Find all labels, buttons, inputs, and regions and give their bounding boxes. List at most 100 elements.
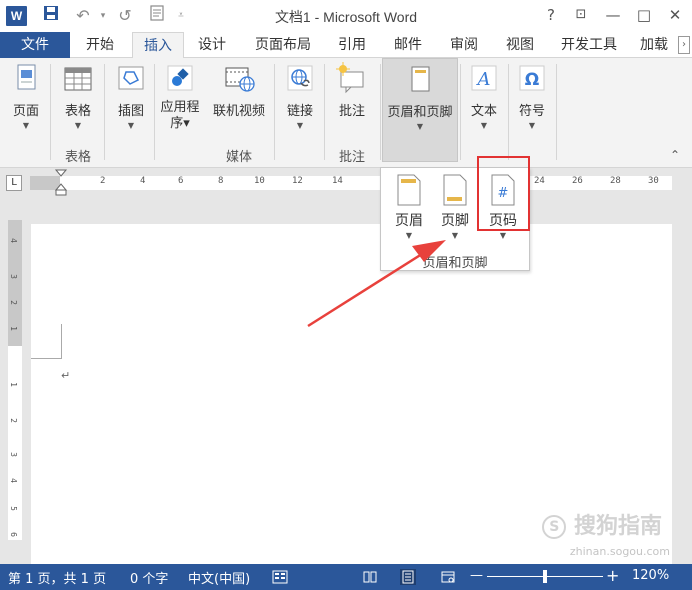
- chevron-down-icon: ▼: [127, 121, 135, 130]
- pages-button[interactable]: 页面 ▼: [6, 62, 46, 130]
- tab-add-ins[interactable]: 加载: [640, 32, 674, 58]
- ribbon-tab-bar: 文件 开始 插入 设计 页面布局 引用 邮件 审阅 视图 开发工具 加载 ›: [0, 32, 692, 59]
- group-label-comments: 批注: [338, 150, 365, 165]
- chevron-down-icon: ▼: [416, 122, 424, 131]
- page-count[interactable]: 第 1 页，共 1 页: [8, 568, 106, 587]
- watermark-url: zhinan.sogou.com: [569, 545, 670, 558]
- tab-selector[interactable]: L: [6, 175, 22, 191]
- header-button[interactable]: 页眉 ▼: [387, 174, 431, 240]
- collapse-ribbon-icon[interactable]: ⌃: [670, 148, 680, 162]
- footer-icon: [443, 174, 467, 206]
- ruler-number: 6: [178, 176, 184, 186]
- chevron-down-icon: ▼: [22, 121, 30, 130]
- tab-design[interactable]: 设计: [192, 32, 232, 58]
- tab-review[interactable]: 审阅: [444, 32, 484, 58]
- zoom-level[interactable]: 120%: [632, 568, 669, 583]
- symbols-label: 符号: [518, 104, 545, 119]
- group-separator: [556, 64, 557, 160]
- links-label: 链接: [286, 104, 313, 119]
- online-video-label: 联机视频: [212, 104, 265, 119]
- tab-insert[interactable]: 插入: [132, 32, 184, 59]
- tab-page-layout[interactable]: 页面布局: [250, 32, 316, 58]
- header-icon: [397, 174, 421, 206]
- ruler-number: 1: [8, 326, 18, 331]
- title-bar: W ↶ ▾ ↺ ⩡ 文档1 - Microsoft Word ? ⊡ — □ ✕: [0, 0, 692, 32]
- tab-mailings[interactable]: 邮件: [388, 32, 428, 58]
- status-bar: 第 1 页，共 1 页 0 个字 中文(中国) — + 120%: [0, 564, 692, 590]
- apps-label: 应用程 序▾: [160, 100, 200, 131]
- zoom-out-button[interactable]: —: [470, 568, 483, 583]
- ruler-number: 12: [292, 176, 303, 186]
- tab-developer[interactable]: 开发工具: [556, 32, 622, 58]
- group-label-tables: 表格: [64, 150, 91, 165]
- tab-file[interactable]: 文件: [0, 32, 70, 58]
- help-button[interactable]: ?: [538, 4, 564, 26]
- ruler-number: 1: [8, 382, 18, 387]
- dropdown-group-label: 页眉和页脚: [422, 256, 488, 271]
- ruler-number: 24: [534, 176, 545, 186]
- ribbon-display-options-button[interactable]: ⊡: [568, 4, 594, 26]
- group-separator: [50, 64, 51, 160]
- apps-icon: [167, 65, 193, 91]
- minimize-button[interactable]: —: [600, 4, 626, 26]
- group-separator: [274, 64, 275, 160]
- ruler-number: 3: [8, 452, 18, 457]
- maximize-button[interactable]: □: [631, 4, 657, 26]
- language-indicator[interactable]: 中文(中国): [188, 568, 250, 587]
- print-layout-icon[interactable]: [400, 569, 416, 585]
- ruler-number: 10: [254, 176, 265, 186]
- illustrations-button[interactable]: 插图 ▼: [111, 62, 151, 130]
- ribbon-insert: 页面 ▼ 表格 ▼ 表格 插图 ▼ 应用程 序▾ 联机视频 媒体 链接 ▼ 批注 …: [0, 58, 692, 168]
- horizontal-ruler[interactable]: 2 4 6 8 10 12 14 24 26 28 30: [30, 176, 672, 190]
- ruler-number: 2: [8, 418, 18, 423]
- header-label: 页眉: [395, 213, 423, 229]
- tab-references[interactable]: 引用: [332, 32, 372, 58]
- chevron-down-icon: ▼: [451, 231, 459, 240]
- header-footer-button[interactable]: 页眉和页脚 ▼: [382, 58, 458, 162]
- ruler-area: L 2 4 6 8 10 12 14 24 26 28 30: [0, 168, 692, 196]
- ruler-number: 2: [100, 176, 106, 186]
- page-number-highlight: [477, 156, 530, 231]
- ruler-number: 4: [8, 478, 18, 483]
- pages-label: 页面: [12, 104, 39, 119]
- web-layout-icon[interactable]: [440, 569, 456, 585]
- close-button[interactable]: ✕: [662, 4, 688, 26]
- word-count[interactable]: 0 个字: [130, 568, 168, 587]
- group-separator: [154, 64, 155, 160]
- zoom-slider-thumb[interactable]: [543, 570, 547, 583]
- online-video-button[interactable]: 联机视频: [208, 62, 270, 119]
- zoom-in-button[interactable]: +: [606, 566, 619, 585]
- online-video-icon: [225, 67, 255, 92]
- ruler-number: 5: [8, 506, 18, 511]
- header-footer-label: 页眉和页脚: [387, 105, 453, 120]
- text-box-icon: A: [471, 65, 497, 91]
- link-icon: [287, 65, 313, 91]
- crop-mark: [61, 324, 62, 358]
- symbols-button[interactable]: Ω 符号 ▼: [512, 62, 552, 130]
- ruler-number: 4: [140, 176, 146, 186]
- text-button[interactable]: A 文本 ▼: [464, 62, 504, 130]
- chevron-down-icon: ▼: [499, 231, 507, 240]
- tab-home[interactable]: 开始: [78, 32, 122, 58]
- ruler-number: 4: [8, 238, 18, 243]
- ruler-number: 14: [332, 176, 343, 186]
- ruler-number: 8: [218, 176, 224, 186]
- apps-button[interactable]: 应用程 序▾: [158, 62, 202, 132]
- crop-mark: [31, 358, 62, 359]
- indent-markers-icon[interactable]: [55, 169, 67, 197]
- illustrations-label: 插图: [117, 104, 144, 119]
- tab-view[interactable]: 视图: [500, 32, 540, 58]
- read-mode-icon[interactable]: [362, 569, 378, 585]
- vertical-ruler[interactable]: 4 3 2 1 1 2 3 4 5 6: [8, 220, 22, 540]
- footer-label: 页脚: [441, 213, 469, 229]
- text-label: 文本: [470, 104, 497, 119]
- watermark-brand: S 搜狗指南: [542, 508, 662, 540]
- chevron-down-icon: ▼: [480, 121, 488, 130]
- ruler-number: 30: [648, 176, 659, 186]
- comment-button[interactable]: 批注: [332, 62, 372, 119]
- links-button[interactable]: 链接 ▼: [280, 62, 320, 130]
- footer-button[interactable]: 页脚 ▼: [433, 174, 477, 240]
- table-button[interactable]: 表格 ▼: [58, 62, 98, 130]
- macro-recording-icon[interactable]: [272, 569, 288, 589]
- tab-scroll-right-icon[interactable]: ›: [678, 36, 690, 54]
